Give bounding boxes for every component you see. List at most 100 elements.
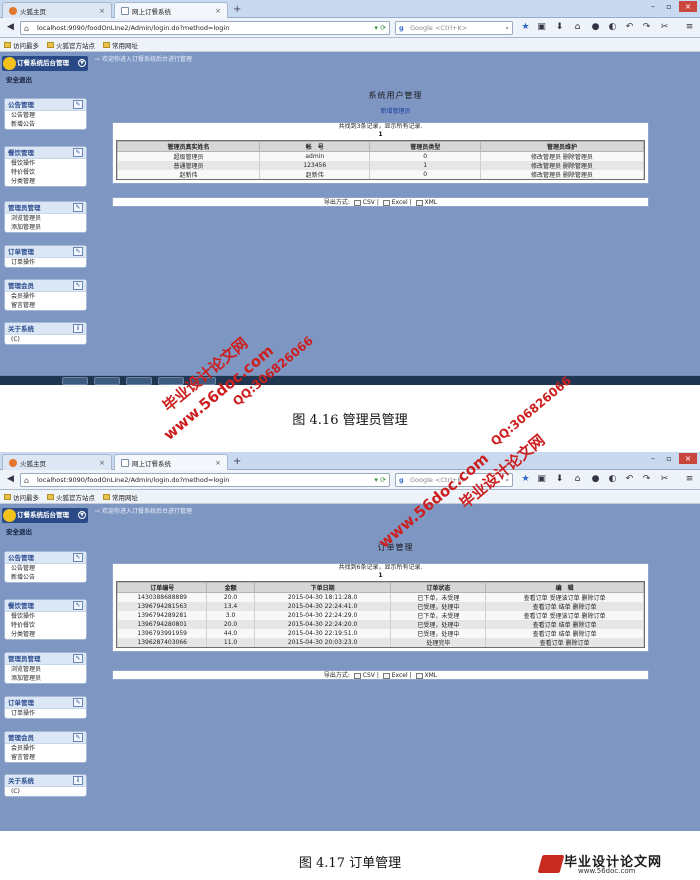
close-window-icon[interactable]: × <box>679 453 697 464</box>
column-header[interactable]: 金额 <box>206 582 255 593</box>
menu-icon[interactable]: ≡ <box>683 21 696 34</box>
magnifier-icon[interactable]: ⌕ <box>505 22 509 34</box>
bookmark-star-icon[interactable]: ★ <box>519 21 532 34</box>
minimize-icon[interactable]: – <box>646 453 660 464</box>
pocket-icon[interactable]: ◐ <box>606 473 619 486</box>
cell-actions[interactable]: 查看订单 结单 删除订单 <box>485 629 644 638</box>
chat-icon[interactable]: ● <box>589 473 602 486</box>
logout-link[interactable]: 安全退出 <box>6 74 32 84</box>
bookmark-most-visited[interactable]: 访问最多 <box>4 40 39 50</box>
address-bar[interactable]: ⌂ localhost:9090/foodOnLine2/Admin/login.… <box>20 473 390 487</box>
bookmark-firefox-site[interactable]: 火狐官方站点 <box>47 492 95 502</box>
column-header[interactable]: 帐 号 <box>259 141 371 152</box>
column-header[interactable]: 订单编号 <box>116 582 208 593</box>
export-csv[interactable]: CSV <box>363 199 375 206</box>
chat-icon[interactable]: ● <box>589 21 602 34</box>
column-header[interactable]: 管理员类型 <box>369 141 481 152</box>
logout-link[interactable]: 安全退出 <box>6 526 32 536</box>
page-number[interactable]: 1 <box>113 131 648 138</box>
menu-item-add-notice[interactable]: 新增公告 <box>5 573 86 582</box>
address-bar[interactable]: ⌂ localhost:9090/foodOnLine2/Admin/login.… <box>20 21 390 35</box>
menu-header[interactable]: 管理员管理 ✎ <box>5 653 86 665</box>
bookmark-most-visited[interactable]: 访问最多 <box>4 492 39 502</box>
menu-header[interactable]: 餐饮管理 ✎ <box>5 600 86 612</box>
xml-icon[interactable] <box>415 199 423 206</box>
new-tab-icon[interactable]: + <box>233 456 241 467</box>
cell-actions[interactable]: 修改管理员 删除管理员 <box>479 170 645 179</box>
menu-item-food-ops[interactable]: 餐饮操作 <box>5 612 86 621</box>
menu-item-browse-admins[interactable]: 浏览管理员 <box>5 214 86 223</box>
tab-firefox-home[interactable]: 火狐主页 × <box>2 454 112 470</box>
redo-icon[interactable]: ↷ <box>640 21 653 34</box>
export-excel[interactable]: Excel <box>392 672 408 679</box>
taskbar-item[interactable] <box>190 377 216 385</box>
maximize-icon[interactable]: ▫ <box>662 453 676 464</box>
menu-item-browse-admins[interactable]: 浏览管理员 <box>5 665 86 674</box>
menu-icon[interactable]: ≡ <box>683 473 696 486</box>
menu-header[interactable]: 管理员管理 ✎ <box>5 202 86 214</box>
menu-item-add-admin[interactable]: 添加管理员 <box>5 674 86 683</box>
reload-icon[interactable]: ▾ ⟳ <box>374 474 386 486</box>
chevron-down-icon[interactable]: ▼ <box>78 511 86 519</box>
menu-item-messages[interactable]: 留言管理 <box>5 753 86 762</box>
menu-item-notice-manage[interactable]: 公告管理 <box>5 564 86 573</box>
cell-actions[interactable]: 查看订单 删除订单 <box>485 638 644 647</box>
excel-icon[interactable] <box>382 199 390 206</box>
back-icon[interactable]: ◀ <box>4 473 17 486</box>
tab-food-system[interactable]: 网上订餐系统 × <box>114 2 228 18</box>
cell-actions[interactable]: 查看订单 受理该订单 删除订单 <box>485 611 644 620</box>
cell-actions[interactable]: 修改管理员 删除管理员 <box>479 151 645 161</box>
tab-firefox-home[interactable]: 火狐主页 × <box>2 2 112 18</box>
column-header[interactable]: 下单日期 <box>253 582 392 593</box>
menu-item-add-admin[interactable]: 添加管理员 <box>5 223 86 232</box>
menu-item-specials[interactable]: 特价餐饮 <box>5 621 86 630</box>
clipboard-icon[interactable]: ▣ <box>535 21 548 34</box>
tab-food-system[interactable]: 网上订餐系统 × <box>114 454 228 470</box>
menu-item-messages[interactable]: 留言管理 <box>5 301 86 310</box>
search-box[interactable]: g Google <Ctrl+K> ⌕ <box>395 21 513 35</box>
menu-item-add-notice[interactable]: 新增公告 <box>5 120 86 129</box>
taskbar-item[interactable] <box>94 377 120 385</box>
add-admin-link[interactable]: 新增管理员 <box>91 106 700 115</box>
menu-header[interactable]: 订单管理 ✎ <box>5 246 86 258</box>
close-tab-icon[interactable]: × <box>215 7 221 15</box>
csv-icon[interactable] <box>353 199 361 206</box>
clipboard-icon[interactable]: ▣ <box>535 473 548 486</box>
menu-item-order-ops[interactable]: 订单操作 <box>5 258 86 267</box>
menu-header[interactable]: 订单管理 ✎ <box>5 697 86 709</box>
menu-header[interactable]: 管理会员 ✎ <box>5 732 86 744</box>
home-icon[interactable]: ⌂ <box>571 21 584 34</box>
csv-icon[interactable] <box>353 672 361 679</box>
taskbar-item[interactable] <box>126 377 152 385</box>
home-icon[interactable]: ⌂ <box>571 473 584 486</box>
maximize-icon[interactable]: ▫ <box>662 1 676 12</box>
cell-actions[interactable]: 修改管理员 删除管理员 <box>479 161 645 170</box>
magnifier-icon[interactable]: ⌕ <box>505 474 509 486</box>
export-xml[interactable]: XML <box>425 199 438 206</box>
minimize-icon[interactable]: – <box>646 1 660 12</box>
menu-item-food-ops[interactable]: 餐饮操作 <box>5 159 86 168</box>
download-icon[interactable]: ⬇ <box>553 473 566 486</box>
excel-icon[interactable] <box>382 672 390 679</box>
export-csv[interactable]: CSV <box>363 672 375 679</box>
back-icon[interactable]: ◀ <box>4 21 17 34</box>
menu-item-member-ops[interactable]: 会员操作 <box>5 292 86 301</box>
undo-icon[interactable]: ↶ <box>623 21 636 34</box>
cell-actions[interactable]: 查看订单 受理该订单 删除订单 <box>485 592 644 602</box>
close-tab-icon[interactable]: × <box>215 459 221 467</box>
page-number[interactable]: 1 <box>113 572 648 579</box>
menu-item-member-ops[interactable]: 会员操作 <box>5 744 86 753</box>
redo-icon[interactable]: ↷ <box>640 473 653 486</box>
column-header[interactable]: 编 辑 <box>485 582 644 593</box>
close-window-icon[interactable]: × <box>679 1 697 12</box>
close-tab-icon[interactable]: × <box>99 459 105 467</box>
taskbar-item[interactable] <box>158 377 184 385</box>
cell-actions[interactable]: 查看订单 结单 删除订单 <box>485 620 644 629</box>
pocket-icon[interactable]: ◐ <box>606 21 619 34</box>
chevron-down-icon[interactable]: ▼ <box>78 59 86 67</box>
download-icon[interactable]: ⬇ <box>553 21 566 34</box>
bookmark-star-icon[interactable]: ★ <box>519 473 532 486</box>
menu-item-order-ops[interactable]: 订单操作 <box>5 709 86 718</box>
export-excel[interactable]: Excel <box>392 199 408 206</box>
cut-icon[interactable]: ✂ <box>658 21 671 34</box>
